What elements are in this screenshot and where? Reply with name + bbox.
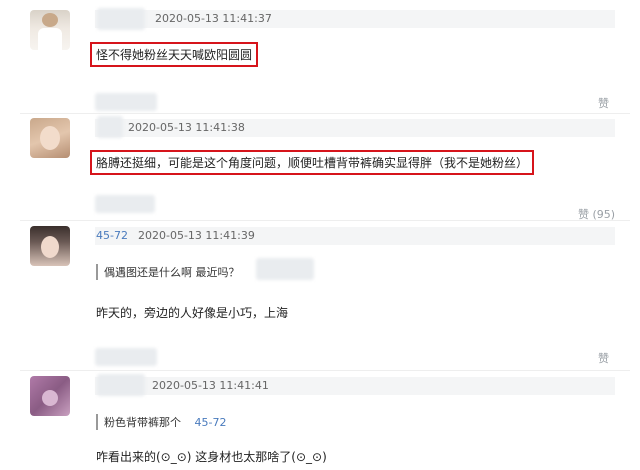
reply-redacted xyxy=(95,93,157,111)
quoted-comment: 粉色背带裤那个 45-72 xyxy=(96,414,226,430)
comment-time: 2020-05-13 11:41:37 xyxy=(155,12,272,25)
avatar[interactable] xyxy=(30,376,70,416)
username-redacted xyxy=(97,116,123,138)
comment-time: 2020-05-13 11:41:38 xyxy=(128,121,245,134)
reply-redacted xyxy=(95,195,155,213)
like-button[interactable]: 赞 (95) xyxy=(578,206,615,222)
reply-redacted xyxy=(95,348,157,366)
username-redacted xyxy=(97,374,145,396)
username-redacted xyxy=(97,8,145,30)
like-button[interactable]: 赞 xyxy=(598,95,609,111)
avatar[interactable] xyxy=(30,118,70,158)
comment-time: 2020-05-13 11:41:41 xyxy=(152,379,269,392)
avatar[interactable] xyxy=(30,226,70,266)
avatar[interactable] xyxy=(30,10,70,50)
divider xyxy=(20,113,630,114)
quote-user-redacted xyxy=(256,258,314,280)
comment-text: 咋看出来的(⊙_⊙) 这身材也太那啥了(⊙_⊙) xyxy=(96,450,327,464)
comment-text: 怪不得她粉丝天天喊欧阳圆圆 xyxy=(90,42,259,67)
quote-text: 粉色背带裤那个 xyxy=(104,416,181,429)
quoted-comment: 偶遇图还是什么啊 最近吗？ xyxy=(96,264,240,280)
comment-time: 2020-05-13 11:41:39 xyxy=(138,229,255,242)
divider xyxy=(20,220,630,221)
comment-text: 昨天的，旁边的人好像是小巧，上海 xyxy=(96,306,289,320)
user-id-link[interactable]: 45-72 xyxy=(96,229,128,242)
like-button[interactable]: 赞 xyxy=(598,350,609,366)
divider xyxy=(20,370,630,371)
quote-user-link[interactable]: 45-72 xyxy=(195,416,227,429)
quote-text: 偶遇图还是什么啊 最近吗？ xyxy=(104,266,240,279)
comment-text: 胳膊还挺细，可能是这个角度问题，顺便吐槽背带裤确实显得胖（我不是她粉丝） xyxy=(90,150,535,175)
